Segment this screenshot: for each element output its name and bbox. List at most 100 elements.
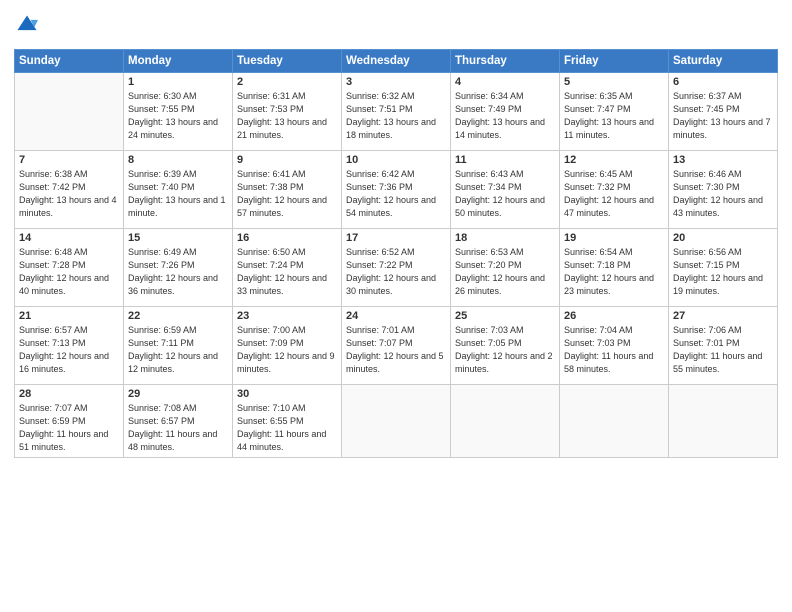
day-number: 19 xyxy=(564,232,664,244)
calendar-cell: 10 Sunrise: 6:42 AMSunset: 7:36 PMDayligh… xyxy=(342,151,451,229)
day-number: 6 xyxy=(673,76,773,88)
calendar-week-row: 1 Sunrise: 6:30 AMSunset: 7:55 PMDaylight… xyxy=(15,73,778,151)
day-number: 15 xyxy=(128,232,228,244)
calendar-cell: 26 Sunrise: 7:04 AMSunset: 7:03 PMDayligh… xyxy=(560,307,669,385)
day-number: 23 xyxy=(237,310,337,322)
day-number: 21 xyxy=(19,310,119,322)
logo-icon xyxy=(16,14,38,36)
day-info: Sunrise: 7:00 AMSunset: 7:09 PMDaylight:… xyxy=(237,324,337,376)
day-info: Sunrise: 7:08 AMSunset: 6:57 PMDaylight:… xyxy=(128,402,228,454)
day-info: Sunrise: 6:57 AMSunset: 7:13 PMDaylight:… xyxy=(19,324,119,376)
calendar-cell: 9 Sunrise: 6:41 AMSunset: 7:38 PMDaylight… xyxy=(233,151,342,229)
day-number: 8 xyxy=(128,154,228,166)
day-info: Sunrise: 6:49 AMSunset: 7:26 PMDaylight:… xyxy=(128,246,228,298)
day-number: 2 xyxy=(237,76,337,88)
day-number: 4 xyxy=(455,76,555,88)
day-info: Sunrise: 6:56 AMSunset: 7:15 PMDaylight:… xyxy=(673,246,773,298)
day-info: Sunrise: 7:04 AMSunset: 7:03 PMDaylight:… xyxy=(564,324,664,376)
weekday-header: Wednesday xyxy=(342,50,451,73)
day-info: Sunrise: 6:41 AMSunset: 7:38 PMDaylight:… xyxy=(237,168,337,220)
calendar-cell: 13 Sunrise: 6:46 AMSunset: 7:30 PMDayligh… xyxy=(669,151,778,229)
calendar-cell xyxy=(560,385,669,458)
weekday-header: Tuesday xyxy=(233,50,342,73)
calendar-cell: 25 Sunrise: 7:03 AMSunset: 7:05 PMDayligh… xyxy=(451,307,560,385)
weekday-header: Thursday xyxy=(451,50,560,73)
calendar-cell: 6 Sunrise: 6:37 AMSunset: 7:45 PMDaylight… xyxy=(669,73,778,151)
calendar-cell: 20 Sunrise: 6:56 AMSunset: 7:15 PMDayligh… xyxy=(669,229,778,307)
calendar-week-row: 21 Sunrise: 6:57 AMSunset: 7:13 PMDayligh… xyxy=(15,307,778,385)
calendar-cell: 23 Sunrise: 7:00 AMSunset: 7:09 PMDayligh… xyxy=(233,307,342,385)
day-number: 3 xyxy=(346,76,446,88)
header-row: SundayMondayTuesdayWednesdayThursdayFrid… xyxy=(15,50,778,73)
calendar-cell: 29 Sunrise: 7:08 AMSunset: 6:57 PMDayligh… xyxy=(124,385,233,458)
day-number: 18 xyxy=(455,232,555,244)
day-info: Sunrise: 7:01 AMSunset: 7:07 PMDaylight:… xyxy=(346,324,446,376)
day-info: Sunrise: 6:52 AMSunset: 7:22 PMDaylight:… xyxy=(346,246,446,298)
day-number: 10 xyxy=(346,154,446,166)
day-info: Sunrise: 6:53 AMSunset: 7:20 PMDaylight:… xyxy=(455,246,555,298)
calendar-cell: 11 Sunrise: 6:43 AMSunset: 7:34 PMDayligh… xyxy=(451,151,560,229)
day-number: 9 xyxy=(237,154,337,166)
calendar-cell: 4Sunrise: 6:34 AMSunset: 7:49 PMDaylight… xyxy=(451,73,560,151)
day-number: 5 xyxy=(564,76,664,88)
day-info: Sunrise: 6:37 AMSunset: 7:45 PMDaylight:… xyxy=(673,90,773,142)
calendar-cell xyxy=(342,385,451,458)
day-info: Sunrise: 6:43 AMSunset: 7:34 PMDaylight:… xyxy=(455,168,555,220)
calendar-cell: 30Sunrise: 7:10 AMSunset: 6:55 PMDayligh… xyxy=(233,385,342,458)
day-number: 11 xyxy=(455,154,555,166)
day-number: 1 xyxy=(128,76,228,88)
weekday-header: Monday xyxy=(124,50,233,73)
day-number: 29 xyxy=(128,388,228,400)
calendar-week-row: 28 Sunrise: 7:07 AMSunset: 6:59 PMDayligh… xyxy=(15,385,778,458)
day-info: Sunrise: 7:07 AMSunset: 6:59 PMDaylight:… xyxy=(19,402,119,454)
day-number: 12 xyxy=(564,154,664,166)
day-info: Sunrise: 6:39 AMSunset: 7:40 PMDaylight:… xyxy=(128,168,228,220)
calendar-cell: 8 Sunrise: 6:39 AMSunset: 7:40 PMDaylight… xyxy=(124,151,233,229)
calendar-cell: 16Sunrise: 6:50 AMSunset: 7:24 PMDayligh… xyxy=(233,229,342,307)
day-number: 13 xyxy=(673,154,773,166)
day-number: 28 xyxy=(19,388,119,400)
day-info: Sunrise: 6:35 AMSunset: 7:47 PMDaylight:… xyxy=(564,90,664,142)
day-info: Sunrise: 6:48 AMSunset: 7:28 PMDaylight:… xyxy=(19,246,119,298)
day-info: Sunrise: 6:31 AMSunset: 7:53 PMDaylight:… xyxy=(237,90,337,142)
calendar-cell: 21 Sunrise: 6:57 AMSunset: 7:13 PMDayligh… xyxy=(15,307,124,385)
day-info: Sunrise: 6:32 AMSunset: 7:51 PMDaylight:… xyxy=(346,90,446,142)
calendar-cell: 2 Sunrise: 6:31 AMSunset: 7:53 PMDaylight… xyxy=(233,73,342,151)
calendar-cell: 28 Sunrise: 7:07 AMSunset: 6:59 PMDayligh… xyxy=(15,385,124,458)
day-number: 22 xyxy=(128,310,228,322)
calendar-cell: 18 Sunrise: 6:53 AMSunset: 7:20 PMDayligh… xyxy=(451,229,560,307)
day-info: Sunrise: 6:30 AMSunset: 7:55 PMDaylight:… xyxy=(128,90,228,142)
weekday-header: Saturday xyxy=(669,50,778,73)
calendar-cell xyxy=(669,385,778,458)
day-info: Sunrise: 6:46 AMSunset: 7:30 PMDaylight:… xyxy=(673,168,773,220)
calendar-cell: 1 Sunrise: 6:30 AMSunset: 7:55 PMDaylight… xyxy=(124,73,233,151)
day-info: Sunrise: 6:42 AMSunset: 7:36 PMDaylight:… xyxy=(346,168,446,220)
day-info: Sunrise: 6:50 AMSunset: 7:24 PMDaylight:… xyxy=(237,246,337,298)
weekday-header: Friday xyxy=(560,50,669,73)
calendar-cell: 14Sunrise: 6:48 AMSunset: 7:28 PMDayligh… xyxy=(15,229,124,307)
calendar-cell xyxy=(451,385,560,458)
day-info: Sunrise: 6:59 AMSunset: 7:11 PMDaylight:… xyxy=(128,324,228,376)
day-info: Sunrise: 7:03 AMSunset: 7:05 PMDaylight:… xyxy=(455,324,555,376)
day-info: Sunrise: 6:54 AMSunset: 7:18 PMDaylight:… xyxy=(564,246,664,298)
day-number: 25 xyxy=(455,310,555,322)
day-info: Sunrise: 6:45 AMSunset: 7:32 PMDaylight:… xyxy=(564,168,664,220)
day-number: 27 xyxy=(673,310,773,322)
day-number: 17 xyxy=(346,232,446,244)
day-number: 26 xyxy=(564,310,664,322)
calendar-cell: 17 Sunrise: 6:52 AMSunset: 7:22 PMDayligh… xyxy=(342,229,451,307)
calendar-cell xyxy=(15,73,124,151)
weekday-header: Sunday xyxy=(15,50,124,73)
calendar-cell: 3 Sunrise: 6:32 AMSunset: 7:51 PMDaylight… xyxy=(342,73,451,151)
calendar-cell: 5 Sunrise: 6:35 AMSunset: 7:47 PMDaylight… xyxy=(560,73,669,151)
calendar-cell: 24Sunrise: 7:01 AMSunset: 7:07 PMDayligh… xyxy=(342,307,451,385)
calendar-cell: 22 Sunrise: 6:59 AMSunset: 7:11 PMDayligh… xyxy=(124,307,233,385)
calendar-cell: 12 Sunrise: 6:45 AMSunset: 7:32 PMDayligh… xyxy=(560,151,669,229)
day-number: 20 xyxy=(673,232,773,244)
page: SundayMondayTuesdayWednesdayThursdayFrid… xyxy=(0,0,792,612)
day-info: Sunrise: 7:06 AMSunset: 7:01 PMDaylight:… xyxy=(673,324,773,376)
calendar-cell: 27 Sunrise: 7:06 AMSunset: 7:01 PMDayligh… xyxy=(669,307,778,385)
header xyxy=(14,10,778,41)
calendar-table: SundayMondayTuesdayWednesdayThursdayFrid… xyxy=(14,49,778,458)
calendar-week-row: 7Sunrise: 6:38 AMSunset: 7:42 PMDaylight… xyxy=(15,151,778,229)
